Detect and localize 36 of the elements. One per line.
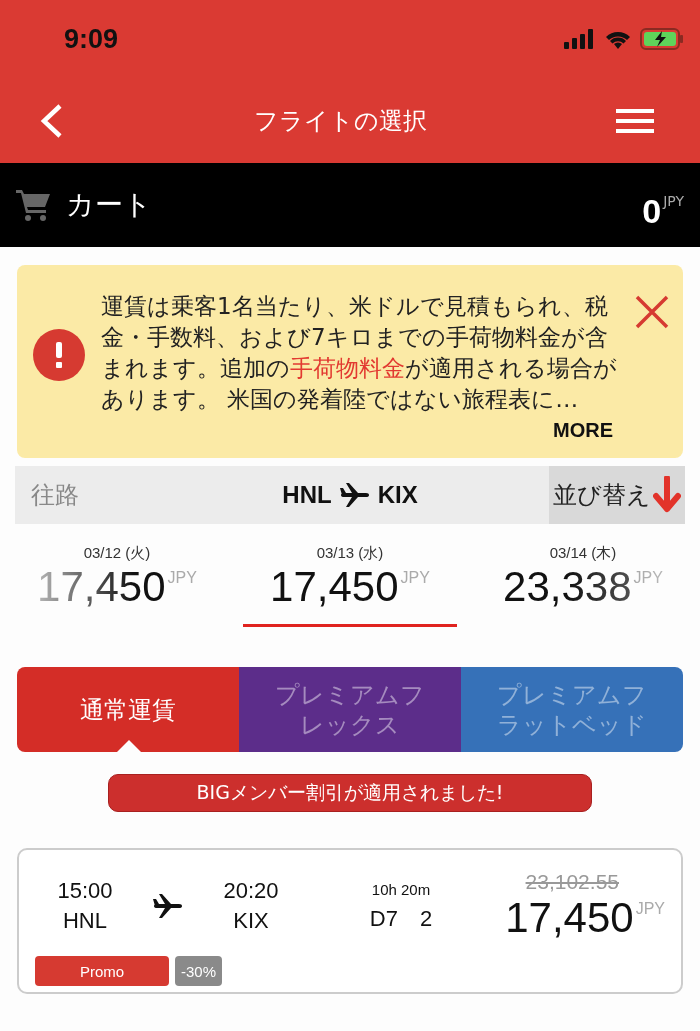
fare-price: 17,450 <box>505 894 634 942</box>
status-time: 9:09 <box>64 23 119 55</box>
flight-number: 2 <box>419 905 433 932</box>
discount-tag: -30% <box>175 956 223 986</box>
page-title: フライトの選択 <box>253 105 427 137</box>
wifi-icon <box>604 29 632 49</box>
cart-total: 0 <box>642 191 662 231</box>
notice-text: 運賃は乗客1名当たり、米ドルで見積もられ、税金・手数料、および7キロまでの手荷物料金が含まれます。追加の手荷物料金が適用される場合があります。 米国の発着陸ではない旅程表に… <box>101 292 618 414</box>
fare-tab[interactable]: 通常運賃 <box>17 667 239 752</box>
origin-code: HNL <box>282 481 332 509</box>
plane-icon <box>339 482 370 508</box>
destination-code: KIX <box>377 481 418 509</box>
currency-label: JPY <box>663 193 684 209</box>
original-price: 23,102.55 <box>525 870 619 894</box>
discount-banner: BIGメンバー割引が適用されました! <box>108 774 592 812</box>
airline-code: D7 <box>369 905 398 932</box>
baggage-fee-link[interactable]: 手荷物料金 <box>290 355 405 381</box>
more-button[interactable]: MORE <box>553 415 619 442</box>
signal-icon <box>564 29 596 49</box>
departure-time: 15:00 <box>57 878 113 904</box>
departure-code: HNL <box>63 908 107 934</box>
flight-duration: 10h 20m <box>371 880 431 898</box>
plane-icon <box>153 893 183 919</box>
direction-label: 往路 <box>30 480 80 511</box>
arrival-time: 20:20 <box>223 878 279 904</box>
promo-tag: Promo <box>35 956 169 986</box>
cart-label: カート <box>66 187 152 223</box>
menu-button[interactable] <box>616 107 654 134</box>
currency-label: JPY <box>635 900 665 919</box>
back-button[interactable] <box>38 102 64 139</box>
arrival-code: KIX <box>233 908 269 934</box>
sort-button[interactable]: 並び替え <box>549 466 685 524</box>
warning-icon <box>33 329 85 381</box>
arrow-down-icon <box>653 476 681 514</box>
battery-charging-icon <box>640 28 684 50</box>
cart-icon <box>16 188 52 222</box>
